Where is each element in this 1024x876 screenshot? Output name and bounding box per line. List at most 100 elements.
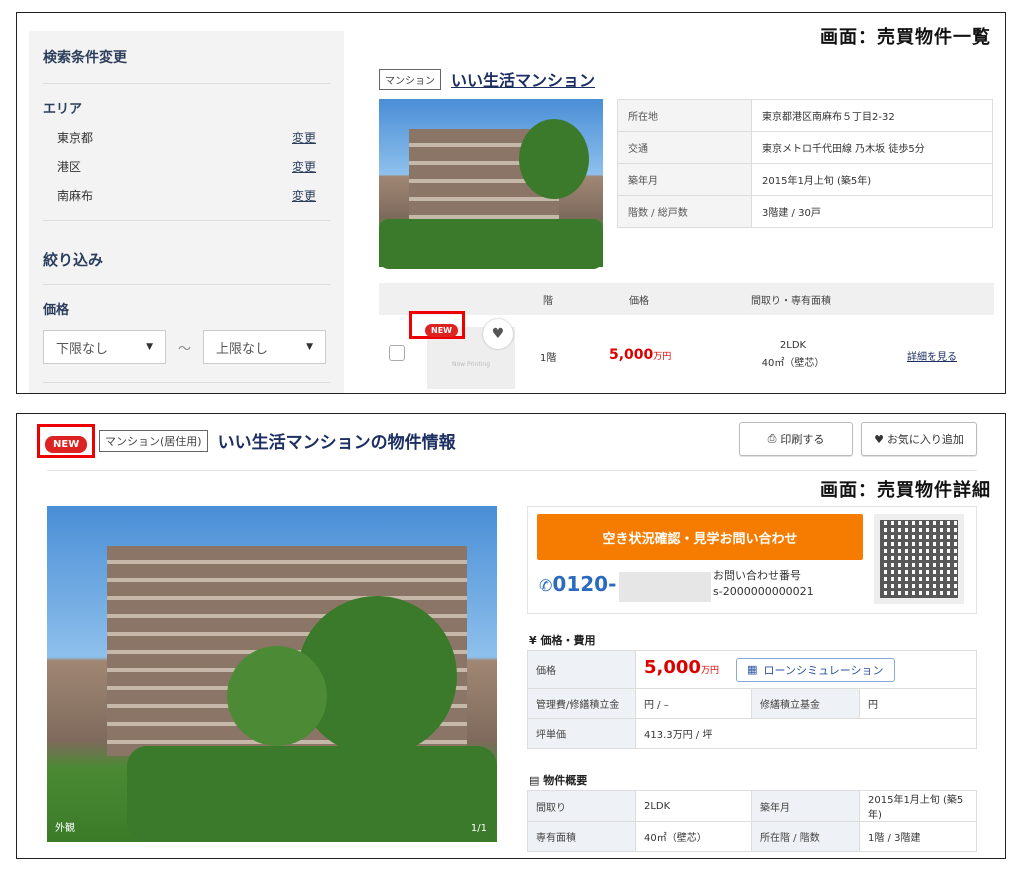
heart-icon: ♥ <box>874 432 884 446</box>
unit-detail-link[interactable]: 詳細を見る <box>907 348 957 363</box>
property-header: マンション いい生活マンション <box>379 67 595 91</box>
overview-value: 2015年1月上旬 (築5年) <box>859 790 977 822</box>
property-photo[interactable] <box>379 99 603 269</box>
area-change-link[interactable]: 変更 <box>292 187 316 204</box>
property-type-tag: マンション(居住用) <box>99 429 208 452</box>
overview-key: 専有面積 <box>527 821 636 852</box>
col-floor: 階 <box>543 296 553 307</box>
screen-label-detail: 画面：売買物件詳細 <box>820 480 991 501</box>
qr-pattern <box>880 520 958 598</box>
inquiry-number: s-2000000000021 <box>713 585 814 598</box>
loan-button-label: ローンシミュレーション <box>763 663 884 677</box>
area-row-town: 南麻布 変更 <box>43 187 330 204</box>
overview-value: 2LDK <box>635 790 752 822</box>
property-name-link[interactable]: いい生活マンション <box>451 67 595 91</box>
price-min-value: 下限なし <box>56 341 109 357</box>
area-name: 東京都 <box>57 131 94 145</box>
yen-icon: ¥ <box>529 634 541 647</box>
new-badge-text: NEW <box>45 436 88 453</box>
new-badge-text: NEW <box>425 324 458 337</box>
detail-header: マンション(居住用) いい生活マンションの物件情報 <box>99 428 456 453</box>
search-sidebar: 検索条件変更 エリア 東京都 変更 港区 変更 南麻布 変更 絞り込み 価格 下… <box>29 31 344 393</box>
phone-number[interactable]: ✆0120- <box>539 572 616 596</box>
property-type-tag: マンション <box>379 68 441 90</box>
inquiry-label: お問い合わせ番号 <box>713 569 801 582</box>
info-value: 東京メトロ千代田線 乃木坂 徒歩5分 <box>751 131 993 164</box>
main-photo[interactable]: 外観 1/1 <box>47 506 497 842</box>
favorite-button-label: お気に入り追加 <box>886 433 964 446</box>
unit-layout: 2LDK 40㎡（壁芯） <box>753 337 833 373</box>
info-value: 2015年1月上旬 (築5年) <box>751 163 993 196</box>
info-key: 所在地 <box>617 99 752 132</box>
info-key: 階数 / 総戸数 <box>617 195 752 228</box>
overview-section-label: 物件概要 <box>543 774 588 787</box>
tsubo-value: 413.3万円 / 坪 <box>635 718 977 749</box>
info-key: 交通 <box>617 131 752 164</box>
price-heading: 価格 <box>43 303 70 318</box>
overview-value: 40㎡（壁芯） <box>635 821 752 852</box>
col-price: 価格 <box>629 296 649 307</box>
price-min-select[interactable]: 下限なし ▼ <box>43 330 166 364</box>
favorite-button[interactable]: ♥ お気に入り追加 <box>861 422 977 456</box>
print-button[interactable]: ⎙ 印刷する <box>739 422 853 456</box>
list-screen-panel: 画面：売買物件一覧 検索条件変更 エリア 東京都 変更 港区 変更 南麻布 変更… <box>16 12 1006 394</box>
area-name: 南麻布 <box>57 189 94 203</box>
page-title: いい生活マンションの物件情報 <box>217 433 456 453</box>
calculator-icon: ▦ <box>747 663 758 677</box>
overview-key: 間取り <box>527 790 636 822</box>
area-row-ward: 港区 変更 <box>43 158 330 175</box>
dropdown-arrow-icon: ▼ <box>306 342 314 352</box>
unit-layout-type: 2LDK <box>779 340 807 351</box>
overview-section-title: ▤ 物件概要 <box>529 772 587 788</box>
unit-list-header: 階 価格 間取り・専有面積 <box>379 283 994 315</box>
area-heading: エリア <box>43 102 83 117</box>
phone-icon: ✆ <box>539 576 553 595</box>
thumb-placeholder-text: Now Printing <box>451 361 491 368</box>
price-cell: 5,000万円 ▦ ローンシミュレーション <box>635 650 977 689</box>
unit-checkbox[interactable] <box>389 345 405 361</box>
qr-code <box>874 514 964 604</box>
area-name: 港区 <box>57 160 82 174</box>
property-info-table: 所在地 東京都港区南麻布５丁目2-32 交通 東京メトロ千代田線 乃木坂 徒歩5分 … <box>617 99 993 228</box>
loan-simulation-button[interactable]: ▦ ローンシミュレーション <box>736 657 895 682</box>
overview-key: 築年月 <box>751 790 860 822</box>
inquiry-button[interactable]: 空き状況確認・見学お問い合わせ <box>537 514 863 560</box>
unit-floor: 1階 <box>540 353 557 364</box>
fee-value: 円 <box>859 688 977 719</box>
tree <box>227 646 327 746</box>
print-button-label: 印刷する <box>780 433 825 446</box>
screen-label-list: 画面：売買物件一覧 <box>820 27 991 48</box>
filter-heading: 絞り込み <box>43 249 330 285</box>
printer-icon: ⎙ <box>767 432 777 445</box>
fee-value: 円 / – <box>635 688 752 719</box>
overview-key: 所在階 / 階数 <box>751 821 860 852</box>
tree <box>519 119 589 199</box>
unit-price: 5,000万円 <box>609 344 671 363</box>
info-value: 3階建 / 30戸 <box>751 195 993 228</box>
sidebar-title: 検索条件変更 <box>43 47 330 84</box>
header-divider <box>47 470 977 471</box>
price-section-title: ¥ 価格・費用 <box>529 632 595 648</box>
price-table: 価格 5,000万円 ▦ ローンシミュレーション 管理費/修繕積立金 円 / – … <box>527 650 977 749</box>
new-badge: NEW <box>425 318 458 337</box>
price-max-value: 上限なし <box>216 341 269 357</box>
col-layout: 間取り・専有面積 <box>751 296 831 307</box>
range-tilde: ～ <box>178 341 192 357</box>
price-section-label: 価格・費用 <box>540 634 596 647</box>
unit-price-value: 5,000 <box>609 347 654 363</box>
area-change-link[interactable]: 変更 <box>292 158 316 175</box>
area-row-prefecture: 東京都 変更 <box>43 129 330 146</box>
photo-counter: 1/1 <box>470 823 487 834</box>
favorite-heart-icon[interactable]: ♥ <box>483 319 513 349</box>
divider <box>43 220 330 221</box>
price-unit: 万円 <box>700 666 719 677</box>
dropdown-arrow-icon: ▼ <box>146 342 153 352</box>
price-key: 価格 <box>527 650 636 689</box>
detail-screen-panel: NEW マンション(居住用) いい生活マンションの物件情報 ⎙ 印刷する ♥ お… <box>16 413 1006 859</box>
tsubo-key: 坪単価 <box>527 718 636 749</box>
overview-table: 間取り 2LDK 築年月 2015年1月上旬 (築5年) 専有面積 40㎡（壁芯… <box>527 790 977 852</box>
area-change-link[interactable]: 変更 <box>292 129 316 146</box>
divider <box>43 382 330 383</box>
price-max-select[interactable]: 上限なし ▼ <box>203 330 327 364</box>
new-badge: NEW <box>45 432 88 453</box>
